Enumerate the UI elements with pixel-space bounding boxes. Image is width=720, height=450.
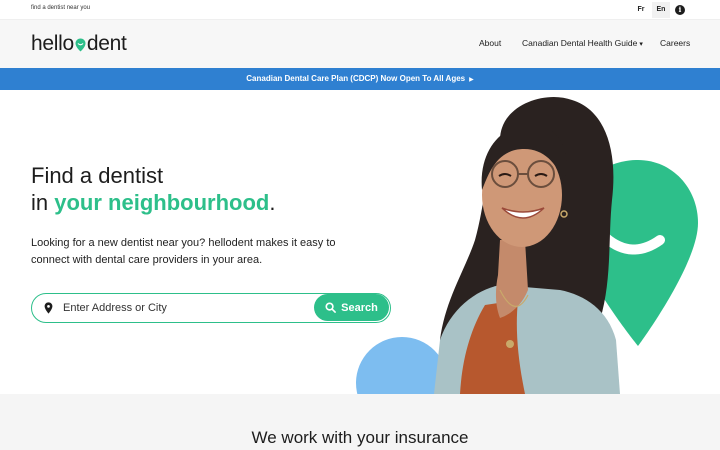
arrow-right-icon: ▶ bbox=[469, 77, 474, 83]
utility-bar: find a dentist near you Fr En i bbox=[0, 0, 720, 20]
insurance-heading: We work with your insurance bbox=[251, 428, 469, 447]
insurance-section: We work with your insurance bbox=[0, 394, 720, 450]
logo-text-hello: hello bbox=[31, 32, 74, 55]
hero-description: Looking for a new dentist near you? hell… bbox=[31, 237, 336, 266]
site-header: hello dent About Canadian Dental Health … bbox=[0, 20, 720, 68]
hero-heading-line2: in your neighbourhood. bbox=[31, 189, 275, 216]
logo[interactable]: hello dent bbox=[31, 31, 127, 57]
hero-illustration bbox=[356, 96, 698, 394]
logo-pin-icon bbox=[75, 38, 86, 52]
info-icon[interactable]: i bbox=[675, 5, 685, 15]
hero-heading-highlight: your neighbourhood bbox=[54, 190, 270, 215]
hero-section: Find a dentist in your neighbourhood. Lo… bbox=[0, 90, 720, 394]
address-search-input[interactable] bbox=[63, 299, 313, 317]
hero-heading-suffix: . bbox=[269, 190, 276, 215]
nav-dental-health-guide[interactable]: Canadian Dental Health Guide ▾ bbox=[522, 38, 643, 48]
banner-text: Canadian Dental Care Plan (CDCP) Now Ope… bbox=[246, 74, 466, 83]
chevron-down-icon: ▾ bbox=[639, 41, 643, 48]
hero-heading: Find a dentist in your neighbourhood. bbox=[31, 162, 275, 216]
cdcp-announcement-banner[interactable]: Canadian Dental Care Plan (CDCP) Now Ope… bbox=[0, 68, 720, 90]
tagline: find a dentist near you bbox=[31, 5, 91, 11]
location-pin-icon bbox=[44, 302, 53, 314]
search-icon bbox=[325, 302, 337, 313]
nav-careers[interactable]: Careers bbox=[660, 38, 690, 48]
decorative-blue-circle bbox=[356, 337, 448, 394]
hero-heading-line1: Find a dentist bbox=[31, 163, 164, 188]
language-en-button[interactable]: En bbox=[652, 2, 670, 18]
nav-guide-label: Canadian Dental Health Guide bbox=[522, 38, 638, 48]
hero-heading-prefix: in bbox=[31, 190, 55, 215]
nav-about[interactable]: About bbox=[479, 38, 501, 48]
language-fr-button[interactable]: Fr bbox=[632, 2, 650, 18]
search-bar: Search bbox=[31, 293, 391, 323]
logo-text-dent: dent bbox=[86, 32, 127, 55]
